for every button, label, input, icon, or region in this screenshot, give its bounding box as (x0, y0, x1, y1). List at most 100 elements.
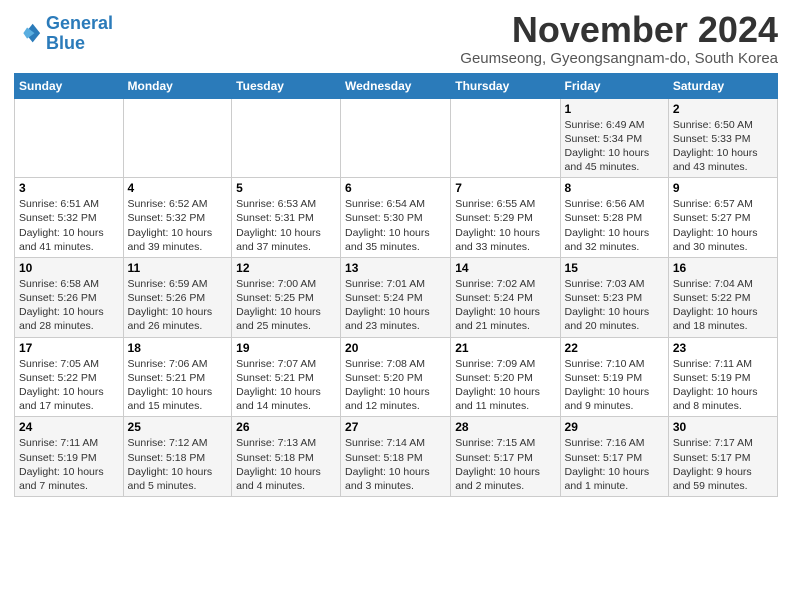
calendar-row-0: 1 Sunrise: 6:49 AM Sunset: 5:34 PM Daylig… (15, 98, 778, 178)
logo-line1: General (46, 13, 113, 33)
calendar-cell (341, 98, 451, 178)
weekday-friday: Friday (560, 73, 668, 98)
logo-icon (14, 20, 42, 48)
weekday-header: SundayMondayTuesdayWednesdayThursdayFrid… (15, 73, 778, 98)
calendar-cell: 23 Sunrise: 7:11 AM Sunset: 5:19 PM Dayli… (668, 337, 777, 417)
day-info: Sunrise: 7:03 AM Sunset: 5:23 PM Dayligh… (565, 277, 664, 334)
day-number: 28 (455, 420, 555, 434)
calendar-row-1: 3Sunrise: 6:51 AM Sunset: 5:32 PM Daylig… (15, 178, 778, 258)
day-info: Sunrise: 7:04 AM Sunset: 5:22 PM Dayligh… (673, 277, 773, 334)
logo-line2: Blue (46, 34, 113, 54)
day-number: 18 (128, 341, 228, 355)
calendar-row-2: 10 Sunrise: 6:58 AM Sunset: 5:26 PM Dayli… (15, 257, 778, 337)
calendar-cell: 29Sunrise: 7:16 AM Sunset: 5:17 PM Dayli… (560, 417, 668, 497)
calendar-cell: 13Sunrise: 7:01 AM Sunset: 5:24 PM Dayli… (341, 257, 451, 337)
day-number: 15 (565, 261, 664, 275)
day-number: 21 (455, 341, 555, 355)
day-number: 23 (673, 341, 773, 355)
calendar-cell (451, 98, 560, 178)
day-info: Sunrise: 6:49 AM Sunset: 5:34 PM Dayligh… (565, 118, 664, 175)
day-info: Sunrise: 7:10 AM Sunset: 5:19 PM Dayligh… (565, 357, 664, 414)
calendar-cell: 3Sunrise: 6:51 AM Sunset: 5:32 PM Daylig… (15, 178, 124, 258)
calendar-cell: 18 Sunrise: 7:06 AM Sunset: 5:21 PM Dayli… (123, 337, 232, 417)
calendar-cell: 5 Sunrise: 6:53 AM Sunset: 5:31 PM Daylig… (232, 178, 341, 258)
day-info: Sunrise: 7:09 AM Sunset: 5:20 PM Dayligh… (455, 357, 555, 414)
day-number: 27 (345, 420, 446, 434)
calendar-row-3: 17Sunrise: 7:05 AM Sunset: 5:22 PM Dayli… (15, 337, 778, 417)
day-info: Sunrise: 7:12 AM Sunset: 5:18 PM Dayligh… (128, 436, 228, 493)
day-info: Sunrise: 6:53 AM Sunset: 5:31 PM Dayligh… (236, 197, 336, 254)
calendar-cell: 28 Sunrise: 7:15 AM Sunset: 5:17 PM Dayli… (451, 417, 560, 497)
day-info: Sunrise: 6:54 AM Sunset: 5:30 PM Dayligh… (345, 197, 446, 254)
day-info: Sunrise: 6:51 AM Sunset: 5:32 PM Dayligh… (19, 197, 119, 254)
calendar-cell: 22Sunrise: 7:10 AM Sunset: 5:19 PM Dayli… (560, 337, 668, 417)
day-info: Sunrise: 6:50 AM Sunset: 5:33 PM Dayligh… (673, 118, 773, 175)
day-info: Sunrise: 6:59 AM Sunset: 5:26 PM Dayligh… (128, 277, 228, 334)
day-info: Sunrise: 7:11 AM Sunset: 5:19 PM Dayligh… (673, 357, 773, 414)
logo: General Blue (14, 14, 113, 54)
calendar-cell: 6 Sunrise: 6:54 AM Sunset: 5:30 PM Daylig… (341, 178, 451, 258)
day-info: Sunrise: 6:57 AM Sunset: 5:27 PM Dayligh… (673, 197, 773, 254)
calendar-cell (15, 98, 124, 178)
calendar-cell: 4 Sunrise: 6:52 AM Sunset: 5:32 PM Daylig… (123, 178, 232, 258)
calendar-cell: 2 Sunrise: 6:50 AM Sunset: 5:33 PM Daylig… (668, 98, 777, 178)
day-info: Sunrise: 7:16 AM Sunset: 5:17 PM Dayligh… (565, 436, 664, 493)
weekday-sunday: Sunday (15, 73, 124, 98)
day-info: Sunrise: 7:02 AM Sunset: 5:24 PM Dayligh… (455, 277, 555, 334)
day-info: Sunrise: 6:58 AM Sunset: 5:26 PM Dayligh… (19, 277, 119, 334)
calendar-cell (123, 98, 232, 178)
day-number: 7 (455, 181, 555, 195)
calendar-cell: 11 Sunrise: 6:59 AM Sunset: 5:26 PM Dayli… (123, 257, 232, 337)
day-number: 5 (236, 181, 336, 195)
weekday-thursday: Thursday (451, 73, 560, 98)
day-number: 19 (236, 341, 336, 355)
calendar-cell: 19 Sunrise: 7:07 AM Sunset: 5:21 PM Dayli… (232, 337, 341, 417)
weekday-tuesday: Tuesday (232, 73, 341, 98)
calendar-cell: 1 Sunrise: 6:49 AM Sunset: 5:34 PM Daylig… (560, 98, 668, 178)
day-number: 11 (128, 261, 228, 275)
day-number: 17 (19, 341, 119, 355)
calendar-cell: 10 Sunrise: 6:58 AM Sunset: 5:26 PM Dayli… (15, 257, 124, 337)
calendar-cell: 15 Sunrise: 7:03 AM Sunset: 5:23 PM Dayli… (560, 257, 668, 337)
day-number: 25 (128, 420, 228, 434)
logo-text: General Blue (46, 14, 113, 54)
calendar-cell: 25 Sunrise: 7:12 AM Sunset: 5:18 PM Dayli… (123, 417, 232, 497)
calendar-body: 1 Sunrise: 6:49 AM Sunset: 5:34 PM Daylig… (15, 98, 778, 496)
calendar-table: SundayMondayTuesdayWednesdayThursdayFrid… (14, 73, 778, 497)
calendar-cell: 26Sunrise: 7:13 AM Sunset: 5:18 PM Dayli… (232, 417, 341, 497)
day-info: Sunrise: 7:00 AM Sunset: 5:25 PM Dayligh… (236, 277, 336, 334)
day-info: Sunrise: 7:01 AM Sunset: 5:24 PM Dayligh… (345, 277, 446, 334)
page: General Blue November 2024 Geumseong, Gy… (0, 0, 792, 503)
day-number: 8 (565, 181, 664, 195)
day-number: 12 (236, 261, 336, 275)
day-number: 9 (673, 181, 773, 195)
calendar-cell: 21 Sunrise: 7:09 AM Sunset: 5:20 PM Dayli… (451, 337, 560, 417)
day-info: Sunrise: 7:07 AM Sunset: 5:21 PM Dayligh… (236, 357, 336, 414)
day-info: Sunrise: 7:08 AM Sunset: 5:20 PM Dayligh… (345, 357, 446, 414)
day-info: Sunrise: 6:52 AM Sunset: 5:32 PM Dayligh… (128, 197, 228, 254)
day-info: Sunrise: 7:15 AM Sunset: 5:17 PM Dayligh… (455, 436, 555, 493)
title-block: November 2024 Geumseong, Gyeongsangnam-d… (460, 10, 778, 67)
calendar-cell: 27 Sunrise: 7:14 AM Sunset: 5:18 PM Dayli… (341, 417, 451, 497)
day-number: 30 (673, 420, 773, 434)
weekday-saturday: Saturday (668, 73, 777, 98)
day-number: 2 (673, 102, 773, 116)
day-number: 24 (19, 420, 119, 434)
weekday-wednesday: Wednesday (341, 73, 451, 98)
day-info: Sunrise: 7:14 AM Sunset: 5:18 PM Dayligh… (345, 436, 446, 493)
calendar-cell: 20 Sunrise: 7:08 AM Sunset: 5:20 PM Dayli… (341, 337, 451, 417)
day-number: 10 (19, 261, 119, 275)
day-info: Sunrise: 6:56 AM Sunset: 5:28 PM Dayligh… (565, 197, 664, 254)
day-info: Sunrise: 7:06 AM Sunset: 5:21 PM Dayligh… (128, 357, 228, 414)
calendar-cell: 9 Sunrise: 6:57 AM Sunset: 5:27 PM Daylig… (668, 178, 777, 258)
weekday-monday: Monday (123, 73, 232, 98)
calendar-cell: 17Sunrise: 7:05 AM Sunset: 5:22 PM Dayli… (15, 337, 124, 417)
subtitle: Geumseong, Gyeongsangnam-do, South Korea (460, 50, 778, 67)
day-number: 6 (345, 181, 446, 195)
day-number: 20 (345, 341, 446, 355)
day-number: 4 (128, 181, 228, 195)
calendar-cell: 14Sunrise: 7:02 AM Sunset: 5:24 PM Dayli… (451, 257, 560, 337)
calendar-cell: 12 Sunrise: 7:00 AM Sunset: 5:25 PM Dayli… (232, 257, 341, 337)
calendar-cell: 30Sunrise: 7:17 AM Sunset: 5:17 PM Dayli… (668, 417, 777, 497)
day-number: 1 (565, 102, 664, 116)
